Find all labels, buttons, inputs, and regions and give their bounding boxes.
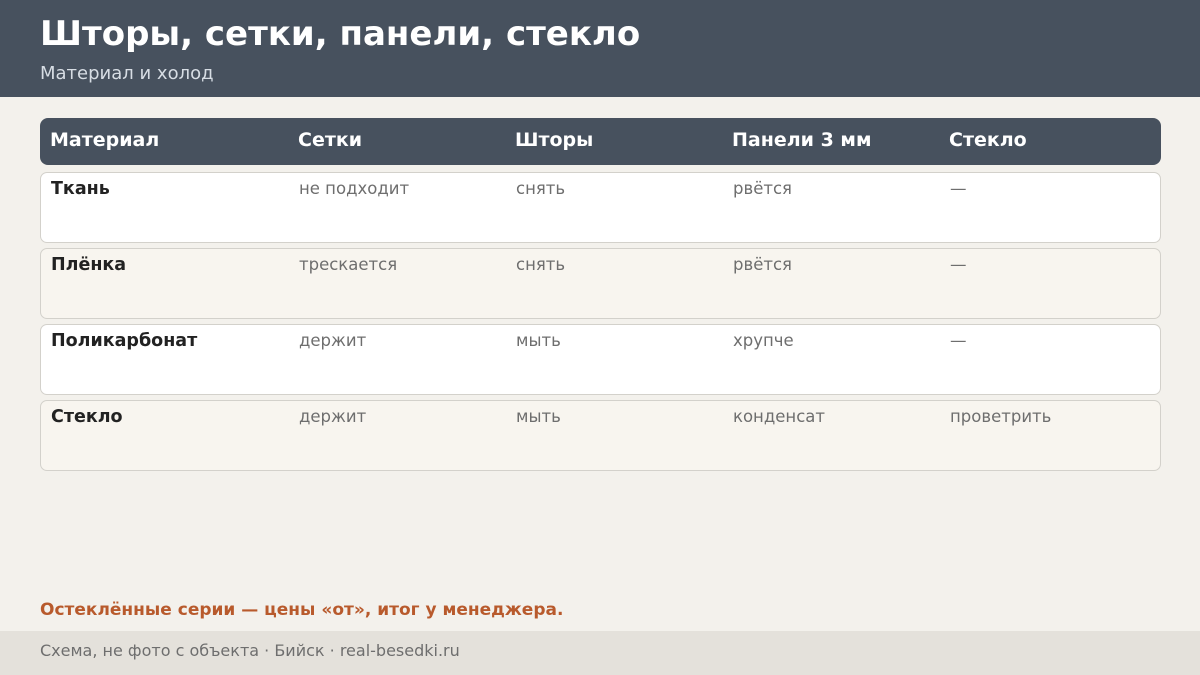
row-material: Поликарбонат [51,331,198,351]
table-cell: — [950,331,967,350]
table-row: Поликарбонат держит мыть хрупче — [40,324,1161,395]
row-material: Стекло [51,407,123,427]
column-header-nets: Сетки [298,129,363,151]
table-cell: мыть [516,407,561,426]
table-cell: снять [516,255,566,274]
table-cell: — [950,255,967,274]
table-cell: рвётся [733,179,792,198]
table-cell: конденсат [733,407,825,426]
table-cell: проветрить [950,407,1052,426]
price-note: Остеклённые серии — цены «от», итог у ме… [40,600,564,620]
table-row: Ткань не подходит снять рвётся — [40,172,1161,243]
table-cell: рвётся [733,255,792,274]
table-cell: не подходит [299,179,410,198]
table-cell: снять [516,179,566,198]
footer-text: Схема, не фото с объекта · Бийск · real-… [40,641,460,660]
page-title: Шторы, сетки, панели, стекло [40,14,641,54]
table-cell: держит [299,407,367,426]
header: Шторы, сетки, панели, стекло Материал и … [0,0,1200,97]
row-material: Ткань [51,179,110,199]
column-header-curtains: Шторы [515,129,594,151]
table-cell: мыть [516,331,561,350]
table-row: Плёнка трескается снять рвётся — [40,248,1161,319]
column-header-material: Материал [50,129,160,151]
footer: Схема, не фото с объекта · Бийск · real-… [0,631,1200,675]
table-cell: трескается [299,255,398,274]
table-cell: хрупче [733,331,794,350]
row-material: Плёнка [51,255,127,275]
table-cell: — [950,179,967,198]
column-header-glass: Стекло [949,129,1027,151]
page-subtitle: Материал и холод [40,63,214,84]
column-header-panels: Панели 3 мм [732,129,872,151]
table-cell: держит [299,331,367,350]
table-row: Стекло держит мыть конденсат проветрить [40,400,1161,471]
table-header: Материал Сетки Шторы Панели 3 мм Стекло [40,118,1161,165]
